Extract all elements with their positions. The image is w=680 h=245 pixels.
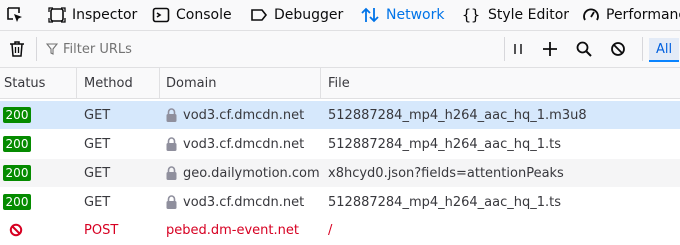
tab-label: Network <box>386 7 445 23</box>
column-header-method[interactable]: Method <box>84 68 133 98</box>
tab-label: Console <box>176 7 232 23</box>
tab-label: Inspector <box>72 7 138 23</box>
domain-text: geo.dailymotion.com <box>183 165 320 181</box>
blocked-status <box>9 216 23 244</box>
method-cell: GET <box>84 194 111 210</box>
tab-performance[interactable]: Performance <box>582 0 680 30</box>
lock-icon <box>166 108 177 122</box>
method-cell: POST <box>84 222 119 238</box>
network-toolbar: Filter URLs All <box>0 31 680 68</box>
file-cell: 512887284_mp4_h264_aac_hq_1.ts <box>328 194 562 210</box>
plus-icon <box>543 42 557 56</box>
domain-cell: pebed.dm-event.net <box>166 216 299 244</box>
column-header-file[interactable]: File <box>328 68 350 98</box>
requests-table-header: Status Method Domain File <box>0 68 680 99</box>
clear-button[interactable] <box>6 31 28 67</box>
method-cell: GET <box>84 136 111 152</box>
pause-icon <box>514 44 522 54</box>
performance-icon <box>583 8 599 21</box>
toolbar-divider <box>36 37 37 61</box>
lock-icon <box>166 195 177 209</box>
column-divider[interactable] <box>159 68 160 98</box>
method-cell: GET <box>84 107 111 123</box>
domain-text: vod3.cf.dmcdn.net <box>183 194 305 210</box>
trash-icon <box>10 41 24 57</box>
table-row[interactable]: 200 GET vod3.cf.dmcdn.net 512887284_mp4_… <box>0 101 680 129</box>
table-row[interactable]: POST pebed.dm-event.net / <box>0 216 680 244</box>
tab-label: Performance <box>606 7 680 23</box>
tab-style-editor[interactable]: {} Style Editor <box>462 0 569 30</box>
status-badge: 200 <box>3 165 31 181</box>
domain-text: vod3.cf.dmcdn.net <box>183 136 305 152</box>
new-request-button[interactable] <box>540 31 560 67</box>
svg-text:{}: {} <box>462 6 480 24</box>
debugger-icon <box>251 9 268 21</box>
column-divider[interactable] <box>320 68 321 98</box>
block-urls-button[interactable] <box>608 31 628 67</box>
domain-cell: geo.dailymotion.com <box>166 159 320 187</box>
lock-icon <box>166 166 177 180</box>
domain-text: pebed.dm-event.net <box>166 222 299 238</box>
method-cell: GET <box>84 165 111 181</box>
status-badge: 200 <box>3 136 31 152</box>
table-row[interactable]: 200 GET geo.dailymotion.com x8hcyd0.json… <box>0 159 680 187</box>
filter-placeholder: Filter URLs <box>63 41 132 57</box>
domain-cell: vod3.cf.dmcdn.net <box>166 101 304 129</box>
tab-label: Style Editor <box>488 7 570 23</box>
domain-cell: vod3.cf.dmcdn.net <box>166 130 304 158</box>
filter-all-button[interactable]: All <box>649 38 679 62</box>
tab-network[interactable]: Network <box>360 0 444 30</box>
table-row[interactable]: 200 GET vod3.cf.dmcdn.net 512887284_mp4_… <box>0 130 680 158</box>
tab-label: Debugger <box>274 7 344 23</box>
column-divider[interactable] <box>76 68 77 98</box>
tab-debugger[interactable]: Debugger <box>250 0 343 30</box>
search-icon <box>576 41 592 57</box>
inspector-icon <box>48 7 66 23</box>
column-header-status[interactable]: Status <box>4 68 45 98</box>
column-header-domain[interactable]: Domain <box>166 68 216 98</box>
filter-icon <box>46 43 58 55</box>
tab-inspector[interactable]: Inspector <box>48 0 137 30</box>
status-badge: 200 <box>3 107 31 123</box>
filter-urls-input[interactable]: Filter URLs <box>46 31 132 67</box>
table-row[interactable]: 200 GET vod3.cf.dmcdn.net 512887284_mp4_… <box>0 188 680 216</box>
file-cell: 512887284_mp4_h264_aac_hq_1.ts <box>328 136 562 152</box>
status-badge: 200 <box>3 194 31 210</box>
file-cell: 512887284_mp4_h264_aac_hq_1.m3u8 <box>328 107 587 123</box>
pause-button[interactable] <box>509 31 527 67</box>
blocked-icon <box>9 223 23 237</box>
tab-console[interactable]: Console <box>152 0 232 30</box>
domain-cell: vod3.cf.dmcdn.net <box>166 188 304 216</box>
file-cell: x8hcyd0.json?fields=attentionPeaks <box>328 165 564 181</box>
devtools-tabbar: Inspector Console Debugger Network {} St… <box>0 0 680 31</box>
lock-icon <box>166 137 177 151</box>
domain-text: vod3.cf.dmcdn.net <box>183 107 305 123</box>
element-picker-button[interactable] <box>6 0 30 30</box>
element-picker-icon <box>7 7 22 22</box>
file-cell: / <box>328 222 333 238</box>
toolbar-divider <box>504 37 505 61</box>
console-icon <box>152 7 170 23</box>
network-icon <box>361 7 379 23</box>
style-editor-icon: {} <box>462 6 480 24</box>
search-button[interactable] <box>574 31 594 67</box>
block-icon <box>611 42 625 56</box>
toolbar-divider <box>642 37 643 61</box>
